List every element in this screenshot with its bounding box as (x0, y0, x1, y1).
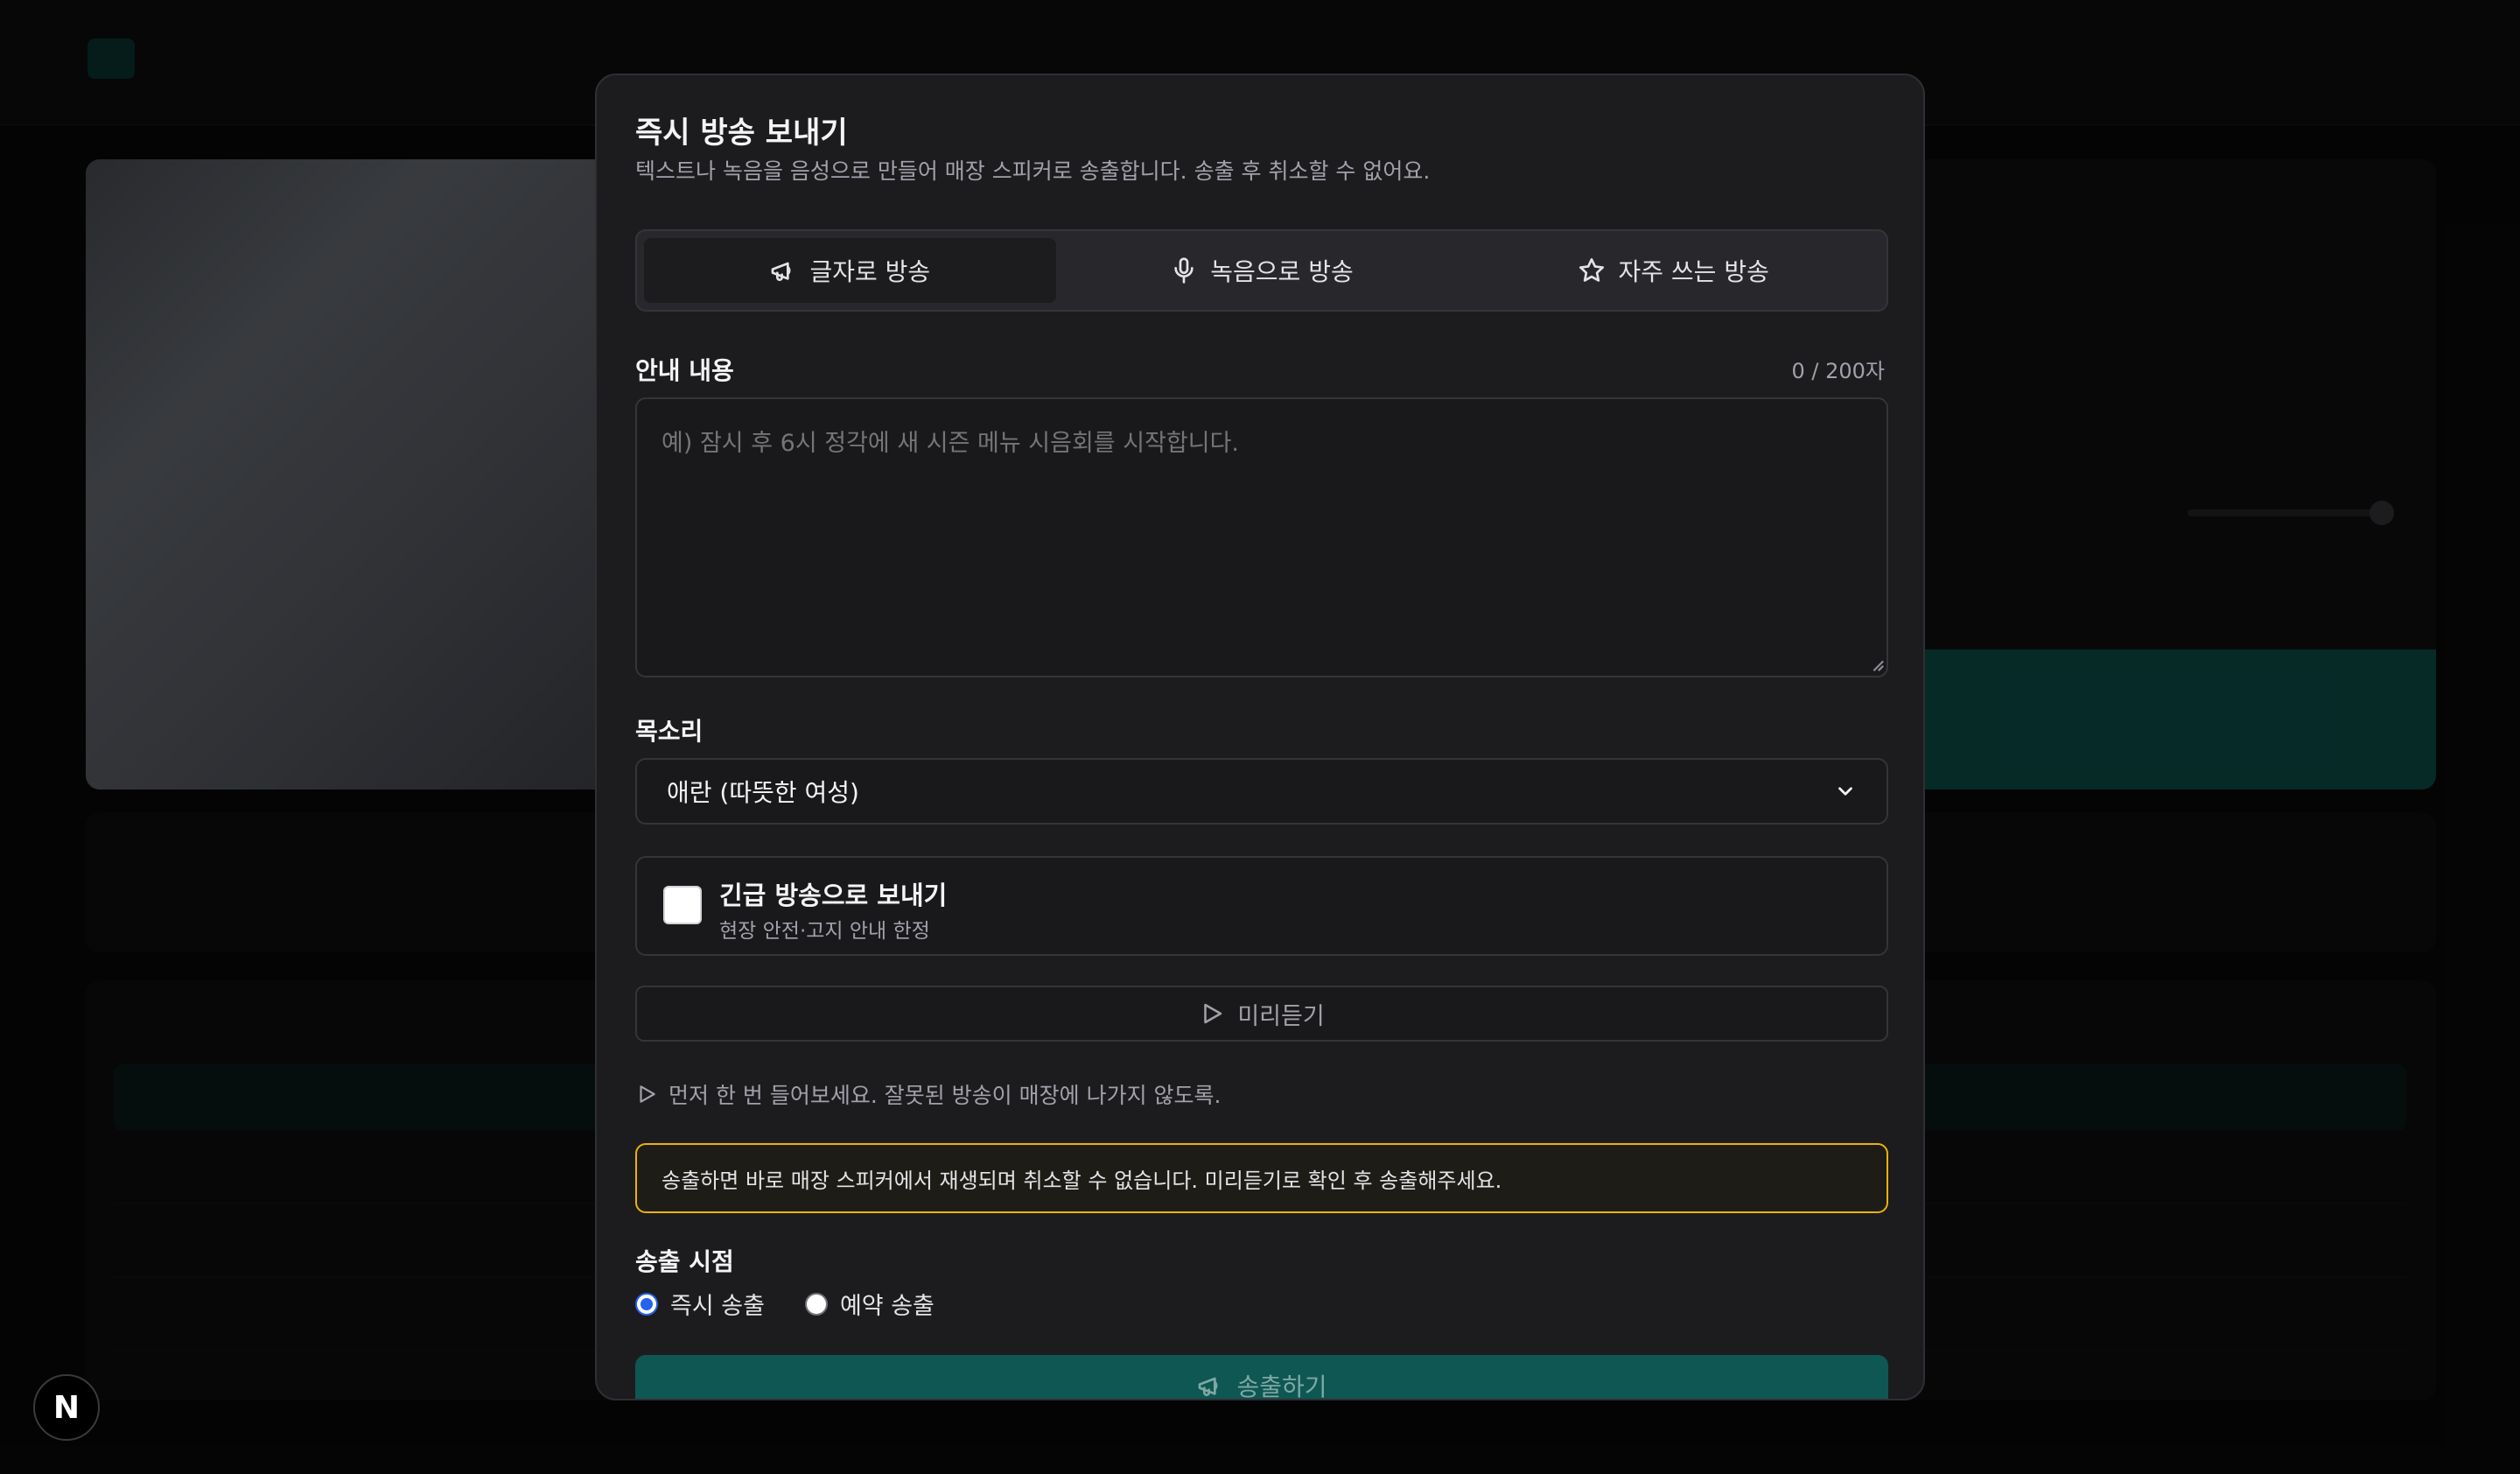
tab-label: 글자로 방송 (809, 257, 931, 286)
message-label: 안내 내용 (635, 356, 734, 385)
radio-immediate[interactable] (635, 1292, 658, 1316)
character-counter: 0 / 200자 (1791, 359, 1885, 383)
message-textarea[interactable] (635, 397, 1888, 677)
nextjs-badge-letter: N (52, 1389, 80, 1426)
radio-immediate-label[interactable]: 즉시 송출 (670, 1287, 765, 1321)
dialog-title: 즉시 방송 보내기 (635, 116, 848, 151)
irreversible-warning: 송출하면 바로 매장 스피커에서 재생되며 취소할 수 없습니다. 미리듣기로 … (635, 1143, 1888, 1213)
timing-radio-group: 즉시 송출 예약 송출 (635, 1287, 934, 1321)
broadcast-mode-tabs: 글자로 방송 녹음으로 방송 자주 쓰는 방송 (635, 229, 1888, 312)
broadcast-dialog: 즉시 방송 보내기 텍스트나 녹음을 음성으로 만들어 매장 스피커로 송출합니… (595, 74, 1925, 1400)
preview-hint-text: 먼저 한 번 들어보세요. 잘못된 방송이 매장에 나가지 않도록. (668, 1083, 1222, 1108)
megaphone-icon (1199, 1377, 1218, 1396)
preview-button[interactable]: 미리듣기 (635, 986, 1888, 1042)
play-icon (1204, 1003, 1222, 1024)
voice-selected-value: 애란 (따뜻한 여성) (667, 778, 859, 807)
submit-button-label: 송출하기 (1236, 1372, 1327, 1400)
urgent-title: 긴급 방송으로 보내기 (719, 881, 948, 910)
voice-label: 목소리 (635, 717, 704, 746)
tab-label: 자주 쓰는 방송 (1618, 257, 1769, 286)
warning-text: 송출하면 바로 매장 스피커에서 재생되며 취소할 수 없습니다. 미리듣기로 … (662, 1168, 1502, 1193)
urgent-checkbox[interactable] (663, 886, 702, 924)
radio-scheduled-label[interactable]: 예약 송출 (840, 1287, 934, 1321)
voice-select[interactable]: 애란 (따뜻한 여성) (635, 758, 1888, 825)
chevron-down-icon (1838, 787, 1852, 796)
preview-button-label: 미리듣기 (1237, 1002, 1325, 1030)
preview-hint: 먼저 한 번 들어보세요. 잘못된 방송이 매장에 나가지 않도록. (635, 1078, 1221, 1110)
submit-broadcast-button[interactable]: 송출하기 (635, 1355, 1888, 1400)
megaphone-icon (772, 262, 791, 281)
tab-favorite-broadcast[interactable]: 자주 쓰는 방송 (1467, 238, 1880, 303)
microphone-icon (1174, 257, 1194, 284)
radio-scheduled[interactable] (804, 1292, 828, 1316)
play-icon (640, 1085, 655, 1103)
urgent-broadcast-option[interactable]: 긴급 방송으로 보내기 현장 안전·고지 안내 한정 (635, 856, 1888, 956)
urgent-subtitle: 현장 안전·고지 안내 한정 (719, 920, 930, 943)
tab-label: 녹음으로 방송 (1210, 257, 1354, 286)
tab-text-broadcast[interactable]: 글자로 방송 (644, 238, 1056, 303)
nextjs-badge[interactable]: N (33, 1374, 100, 1441)
resize-handle-icon[interactable] (1869, 656, 1885, 672)
timing-label: 송출 시점 (635, 1247, 734, 1276)
dialog-subtitle: 텍스트나 녹음을 음성으로 만들어 매장 스피커로 송출합니다. 송출 후 취소… (635, 158, 1431, 184)
star-icon (1579, 258, 1605, 282)
tab-recording-broadcast[interactable]: 녹음으로 방송 (1056, 238, 1468, 303)
